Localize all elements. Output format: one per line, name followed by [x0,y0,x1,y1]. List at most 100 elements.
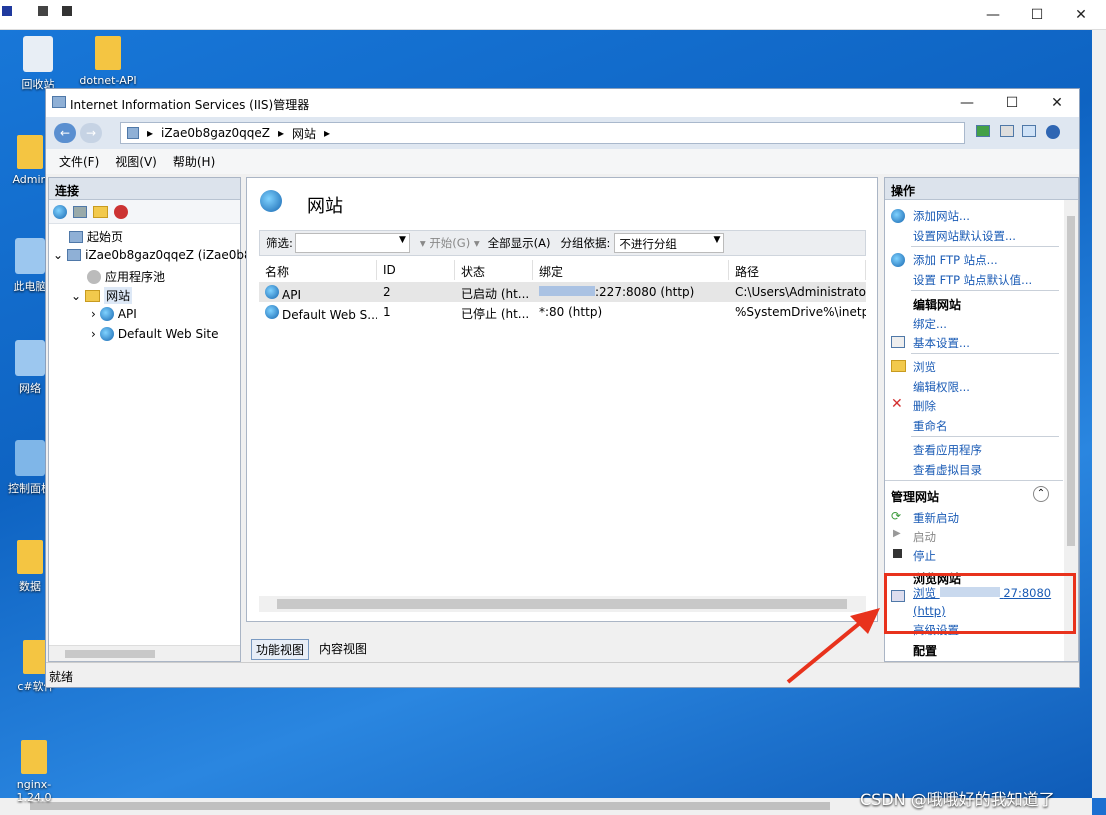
add-ftp-icon [891,253,905,267]
stop-link[interactable]: 停止 [913,548,936,564]
start-link[interactable]: 启动 [913,529,936,545]
save-icon[interactable] [73,205,87,218]
desktop-icon-label: 网络 [19,382,41,395]
refresh-icon[interactable] [976,125,990,137]
app-icon [2,6,12,16]
forward-icon[interactable]: → [80,123,102,143]
watermark: CSDN @哦哦好的我知道了 [860,790,1055,809]
site-binding: *:80 (http) [539,305,603,319]
tree-item-api[interactable]: › API [91,307,137,321]
folder-icon[interactable]: dotnet-API [78,36,138,87]
show-all-label: 全部显示(A) [487,236,551,250]
column-header-name[interactable]: 名称 [259,260,377,280]
folder-icon[interactable]: nginx-1.24.0 [4,740,64,804]
tree-item-server[interactable]: ⌄ iZae0b8gaz0qqeZ (iZae0b8 [53,248,252,262]
scroll-thumb[interactable] [30,802,830,810]
manage-site-heading: 管理网站 [891,490,940,504]
chevron-right-icon[interactable]: › [91,307,96,321]
table-row[interactable]: Default Web S... 1 已停止 (ht... *:80 (http… [259,302,866,322]
column-header-status[interactable]: 状态 [455,260,533,280]
add-site-link[interactable]: 添加网站... [913,208,970,224]
site-id: 2 [383,285,391,299]
explore-icon [891,360,906,372]
connect-icon[interactable] [53,204,67,219]
view-applications-link[interactable]: 查看应用程序 [913,442,982,458]
menu-file[interactable]: 文件(F) [59,153,99,170]
tree-horizontal-scrollbar[interactable] [49,645,240,661]
site-id: 1 [383,305,391,319]
bindings-link[interactable]: 绑定... [913,316,947,332]
column-header-path[interactable]: 路径 [729,260,866,280]
start-filter-button[interactable]: ▾ 开始(G) ▾ [420,235,480,251]
tree-label: 起始页 [87,230,124,244]
minimize-button[interactable]: — [944,88,990,118]
filter-input[interactable]: ▼ [294,233,410,253]
stop-icon[interactable] [1000,125,1014,137]
filter-bar: 筛选: ▼ ▾ 开始(G) ▾ 全部显示(A) 分组依据: 不进行分组 ▼ [259,230,866,256]
maximize-button[interactable]: ☐ [989,88,1035,118]
breadcrumb-item-sites[interactable]: 网站 [292,125,316,142]
up-icon[interactable] [93,205,108,218]
collapse-icon[interactable]: ⌃ [1033,486,1049,502]
site-defaults-link[interactable]: 设置网站默认设置... [913,228,1016,244]
outer-vertical-scrollbar[interactable] [1092,30,1106,798]
tab-content-view[interactable]: 内容视图 [315,639,371,660]
desktop-icon-label: dotnet-API [79,74,137,87]
breadcrumb[interactable]: ▸ iZae0b8gaz0qqeZ ▸ 网站 ▸ [120,122,965,144]
table-row[interactable]: API 2 已启动 (ht... :227:8080 (http) C:\Use… [259,282,866,302]
actions-header: 操作 [885,178,1078,200]
rename-link[interactable]: 重命名 [913,418,948,434]
chevron-right-icon[interactable]: › [91,327,96,341]
column-header-binding[interactable]: 绑定 [533,260,729,280]
view-virtual-dirs-link[interactable]: 查看虚拟目录 [913,462,982,478]
tab-features-view[interactable]: 功能视图 [251,639,310,660]
close-button[interactable]: ✕ [1034,88,1080,118]
show-all-button[interactable]: 全部显示(A) [488,235,551,251]
menu-view[interactable]: 视图(V) [115,153,157,170]
table-horizontal-scrollbar[interactable] [259,596,866,612]
site-name-cell: Default Web S... [259,302,377,322]
tree-item-app-pools[interactable]: 应用程序池 [87,268,165,285]
group-by-value: 不进行分组 [619,237,677,251]
site-name: API [282,288,301,302]
ftp-defaults-link[interactable]: 设置 FTP 站点默认值... [913,272,1032,288]
minimize-button[interactable]: — [970,0,1016,30]
group-by-label: 分组依据: [560,236,611,250]
sites-globe-icon [260,190,282,212]
edit-permissions-link[interactable]: 编辑权限... [913,379,970,395]
filter-label: 筛选: [266,236,293,250]
help-icon[interactable] [1046,125,1060,139]
tab-label: 内容视图 [319,642,368,656]
chevron-down-icon[interactable]: ⌄ [53,248,63,262]
tree-label: Default Web Site [117,327,219,341]
basic-settings-link[interactable]: 基本设置... [913,335,970,351]
app-icon [62,6,72,16]
maximize-button[interactable]: ☐ [1014,0,1060,30]
remove-link[interactable]: 删除 [913,398,936,414]
restart-link[interactable]: 重新启动 [913,510,959,526]
explore-link[interactable]: 浏览 [913,359,936,375]
view-tabs: 功能视图 内容视图 [251,639,371,660]
group-by-select[interactable]: 不进行分组 ▼ [614,233,725,253]
column-header-id[interactable]: ID [377,260,455,280]
back-icon[interactable]: ← [54,123,76,143]
globe-icon [265,285,279,299]
tree-item-sites[interactable]: ⌄ 网站 [71,287,133,304]
menu-bar: 文件(F) 视图(V) 帮助(H) [46,149,1079,174]
delete-icon: ✕ [891,396,903,412]
connections-panel: 连接 起始页 ⌄ iZae0b8gaz0qqeZ (iZae0b8 应用程序池 ⌄… [48,177,252,662]
chevron-down-icon[interactable]: ⌄ [71,289,81,303]
recycle-bin-icon[interactable]: 回收站 [8,36,68,92]
breadcrumb-item-server[interactable]: iZae0b8gaz0qqeZ [161,126,270,140]
tree-item-default-web-site[interactable]: › Default Web Site [91,327,219,341]
add-ftp-link[interactable]: 添加 FTP 站点... [913,252,998,268]
breadcrumb-separator: ▸ [147,126,154,140]
home-icon[interactable] [1022,125,1036,137]
start-filter-label: 开始(G) [429,236,471,250]
menu-help[interactable]: 帮助(H) [173,153,215,170]
desktop-icon-label: Admin [12,173,48,186]
close-button[interactable]: ✕ [1058,0,1104,30]
add-site-icon [891,209,905,223]
disconnect-icon[interactable] [114,204,128,219]
tree-item-start-page[interactable]: 起始页 [69,228,123,245]
